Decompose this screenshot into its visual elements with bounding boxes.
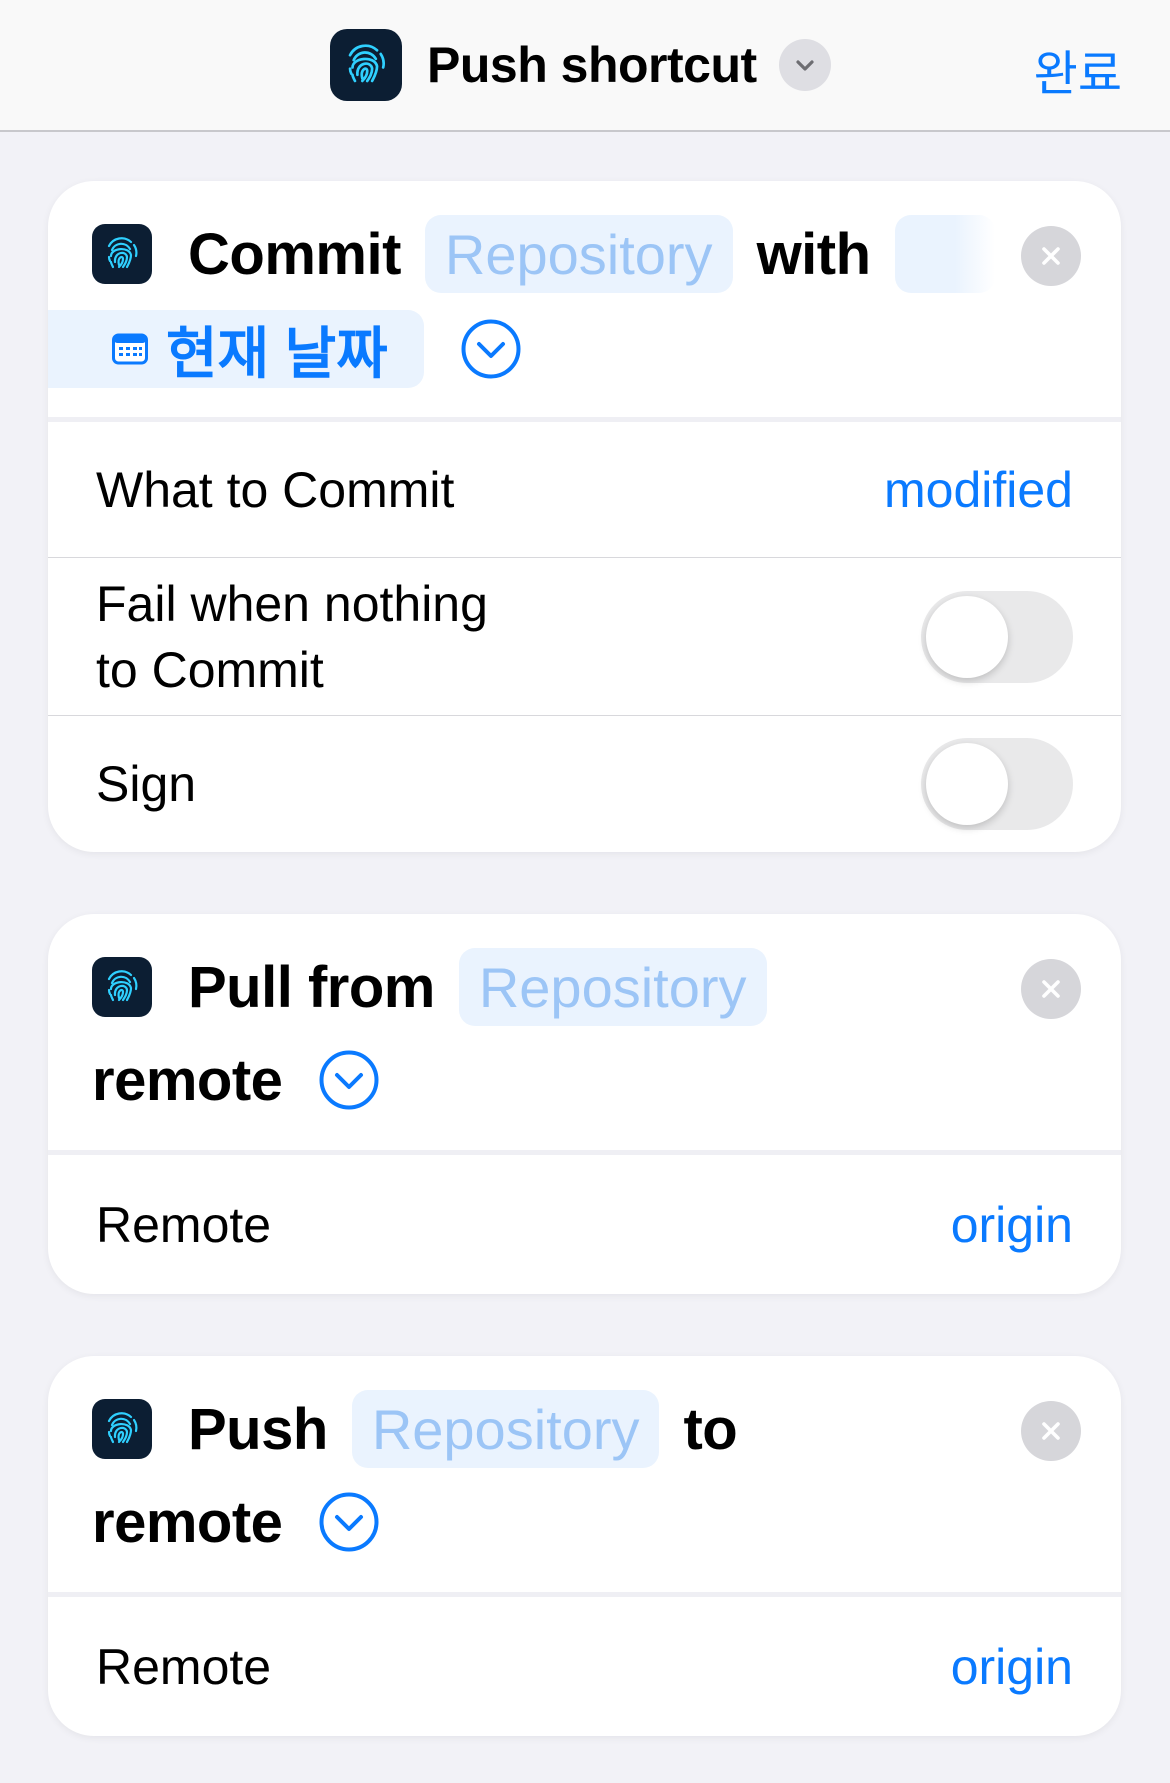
message-token[interactable]: 현재 날짜 [48, 310, 424, 388]
chevron-down-circle-icon[interactable] [318, 1049, 380, 1111]
param-row-sign: Sign [48, 715, 1121, 852]
param-value[interactable]: origin [951, 1638, 1073, 1696]
commit-action-card: Commit Repository with 현재 날짜 What to Com… [48, 181, 1121, 852]
chevron-down-circle-icon[interactable] [318, 1491, 380, 1553]
param-label-line1: Fail when nothing [96, 575, 488, 632]
action-connector: to [683, 1396, 738, 1462]
param-row-remote[interactable]: Remote origin [48, 1597, 1121, 1736]
param-value[interactable]: modified [884, 461, 1073, 519]
toggle-knob [926, 595, 1008, 678]
action-header: Commit Repository with 현재 날짜 [48, 181, 1121, 417]
repository-token-label: Repository [478, 955, 747, 1019]
action-verb: Pull from [188, 954, 435, 1020]
message-token-label: 현재 날짜 [166, 321, 388, 385]
done-button[interactable]: 완료 [1034, 34, 1122, 104]
param-label: Remote [96, 1638, 272, 1695]
action-verb: Push [188, 1396, 328, 1462]
repository-token-label: Repository [444, 222, 713, 286]
param-label: Fail when nothing to Commit [96, 571, 488, 703]
fingerprint-icon [92, 224, 152, 284]
calendar-icon [112, 333, 148, 365]
param-row-remote[interactable]: Remote origin [48, 1155, 1121, 1294]
action-line2: remote [92, 1489, 283, 1555]
param-row-fail-when-nothing: Fail when nothing to Commit [48, 557, 1121, 715]
shortcut-title-menu[interactable]: Push shortcut [330, 29, 831, 101]
fail-when-nothing-toggle[interactable] [921, 590, 1073, 683]
repository-token[interactable]: Repository [351, 1390, 660, 1468]
message-token-edge[interactable] [894, 215, 995, 293]
navigation-bar: Push shortcut 완료 [0, 0, 1170, 132]
fingerprint-icon [92, 1399, 152, 1459]
param-label: What to Commit [96, 461, 455, 518]
push-action-card: Push Repository to remote Remote origin [48, 1356, 1121, 1736]
param-label-line2: to Commit [96, 641, 324, 698]
close-icon[interactable] [1021, 1401, 1081, 1461]
pull-action-card: Pull from Repository remote Remote origi… [48, 914, 1121, 1294]
param-row-what-to-commit[interactable]: What to Commit modified [48, 422, 1121, 557]
repository-token[interactable]: Repository [424, 215, 733, 293]
action-line2: remote [92, 1047, 283, 1113]
action-header: Pull from Repository remote [48, 914, 1121, 1150]
close-icon[interactable] [1021, 226, 1081, 286]
param-label: Sign [96, 756, 197, 812]
fingerprint-icon [92, 957, 152, 1017]
param-label: Remote [96, 1196, 272, 1253]
sign-toggle[interactable] [921, 738, 1073, 830]
shortcut-title: Push shortcut [427, 37, 757, 93]
action-verb: Commit [188, 221, 401, 287]
chevron-down-icon[interactable] [778, 39, 831, 91]
close-icon[interactable] [1021, 959, 1081, 1019]
chevron-down-circle-icon[interactable] [460, 318, 522, 380]
fingerprint-icon [330, 29, 402, 101]
action-connector: with [756, 221, 871, 287]
repository-token-label: Repository [371, 1397, 640, 1461]
repository-token[interactable]: Repository [458, 948, 767, 1026]
toggle-knob [926, 743, 1008, 825]
param-value[interactable]: origin [951, 1196, 1073, 1254]
action-header: Push Repository to remote [48, 1356, 1121, 1592]
